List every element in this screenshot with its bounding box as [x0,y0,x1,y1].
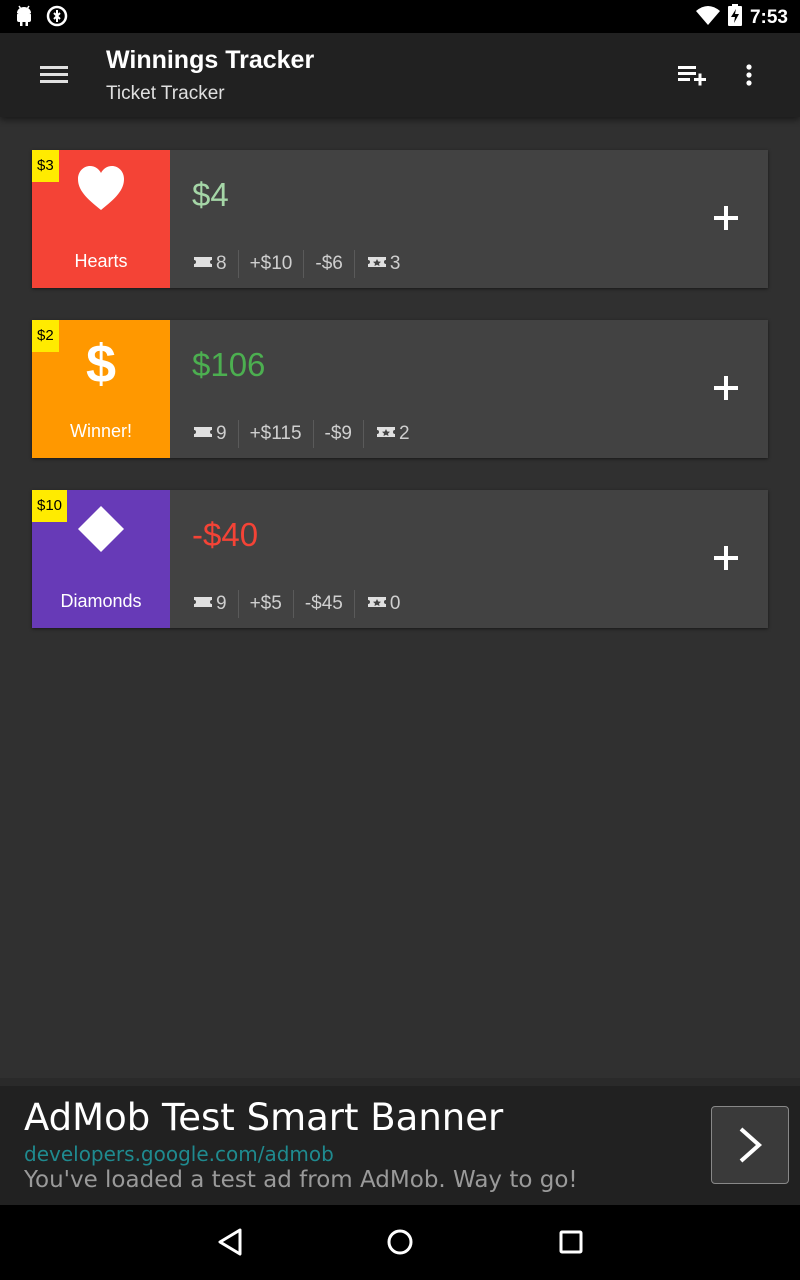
winning-ticket-icon [366,253,390,275]
winners-count: 0 [353,590,412,618]
ticket-tile: $10 Diamonds [32,490,170,628]
ticket-net-amount: $106 [192,346,266,383]
ticket-icon [192,593,216,615]
losses: -$45 [292,590,354,618]
ad-open-button[interactable] [711,1106,789,1184]
clock: 7:53 [749,6,788,28]
tickets-count: 8 [192,250,238,278]
losses: -$6 [303,250,353,278]
app-subtitle: Ticket Tracker [106,83,225,104]
ticket-icon [192,253,216,275]
ticket-name: Winner! [69,421,132,441]
ticket-stats: 8 +$10 -$6 3 [192,250,411,278]
ticket-icon [192,423,216,445]
ticket-stats: 9 +$115 -$9 2 [192,420,421,448]
ticket-net-amount: -$40 [192,516,259,553]
ad-body: You've loaded a test ad from AdMob. Way … [24,1167,578,1193]
chevron-right-icon [739,1127,763,1163]
ticket-net-amount: $4 [192,176,229,213]
system-nav-bar [0,1205,800,1280]
ad-url[interactable]: developers.google.com/admob [24,1142,334,1166]
dollar-icon: $ [32,334,170,388]
ticket-tile: $3 Hearts [32,150,170,288]
winners-count: 3 [353,250,412,278]
ad-divider [0,1078,800,1086]
winning-ticket-icon [366,593,390,615]
ticket-name: Hearts [74,251,128,271]
ticket-stats: 9 +$5 -$45 0 [192,590,411,618]
app-title: Winnings Tracker [106,46,315,74]
ad-title[interactable]: AdMob Test Smart Banner [24,1096,503,1139]
add-ticket-button[interactable] [706,364,746,412]
recents-icon[interactable] [557,1227,585,1262]
svg-text:$: $ [86,334,116,388]
gains: +$115 [237,420,313,448]
ticket-card[interactable]: $3 Hearts $4 8 +$10 -$6 3 [32,150,768,288]
gains: +$5 [237,590,293,618]
add-ticket-button[interactable] [706,194,746,242]
ticket-tile: $2 $ Winner! [32,320,170,458]
tickets-count: 9 [192,420,238,448]
ticket-card[interactable]: $10 Diamonds -$40 9 +$5 -$45 0 [32,490,768,628]
status-bar: 7:53 [0,0,800,33]
sync-icon [46,5,68,32]
ticket-list: $3 Hearts $4 8 +$10 -$6 3 $2 $ Winner! $… [0,117,800,1078]
app-bar: Winnings Tracker Ticket Tracker [0,33,800,117]
losses: -$9 [312,420,363,448]
winners-count: 2 [363,420,421,448]
winning-ticket-icon [375,423,399,445]
home-icon[interactable] [386,1227,414,1262]
ad-banner[interactable]: AdMob Test Smart Banner developers.googl… [0,1086,800,1205]
ticket-card[interactable]: $2 $ Winner! $106 9 +$115 -$9 2 [32,320,768,458]
add-ticket-button[interactable] [706,534,746,582]
diamond-icon [32,504,170,554]
battery-charging-icon [727,4,742,31]
tickets-count: 9 [192,590,238,618]
ticket-name: Diamonds [60,591,142,611]
android-icon [14,5,34,32]
menu-icon[interactable] [40,63,68,90]
gains: +$10 [237,250,304,278]
heart-icon [32,164,170,214]
playlist-add-icon[interactable] [678,63,708,92]
wifi-icon [695,5,720,30]
back-icon[interactable] [216,1227,244,1262]
overflow-menu-icon[interactable] [744,63,754,92]
